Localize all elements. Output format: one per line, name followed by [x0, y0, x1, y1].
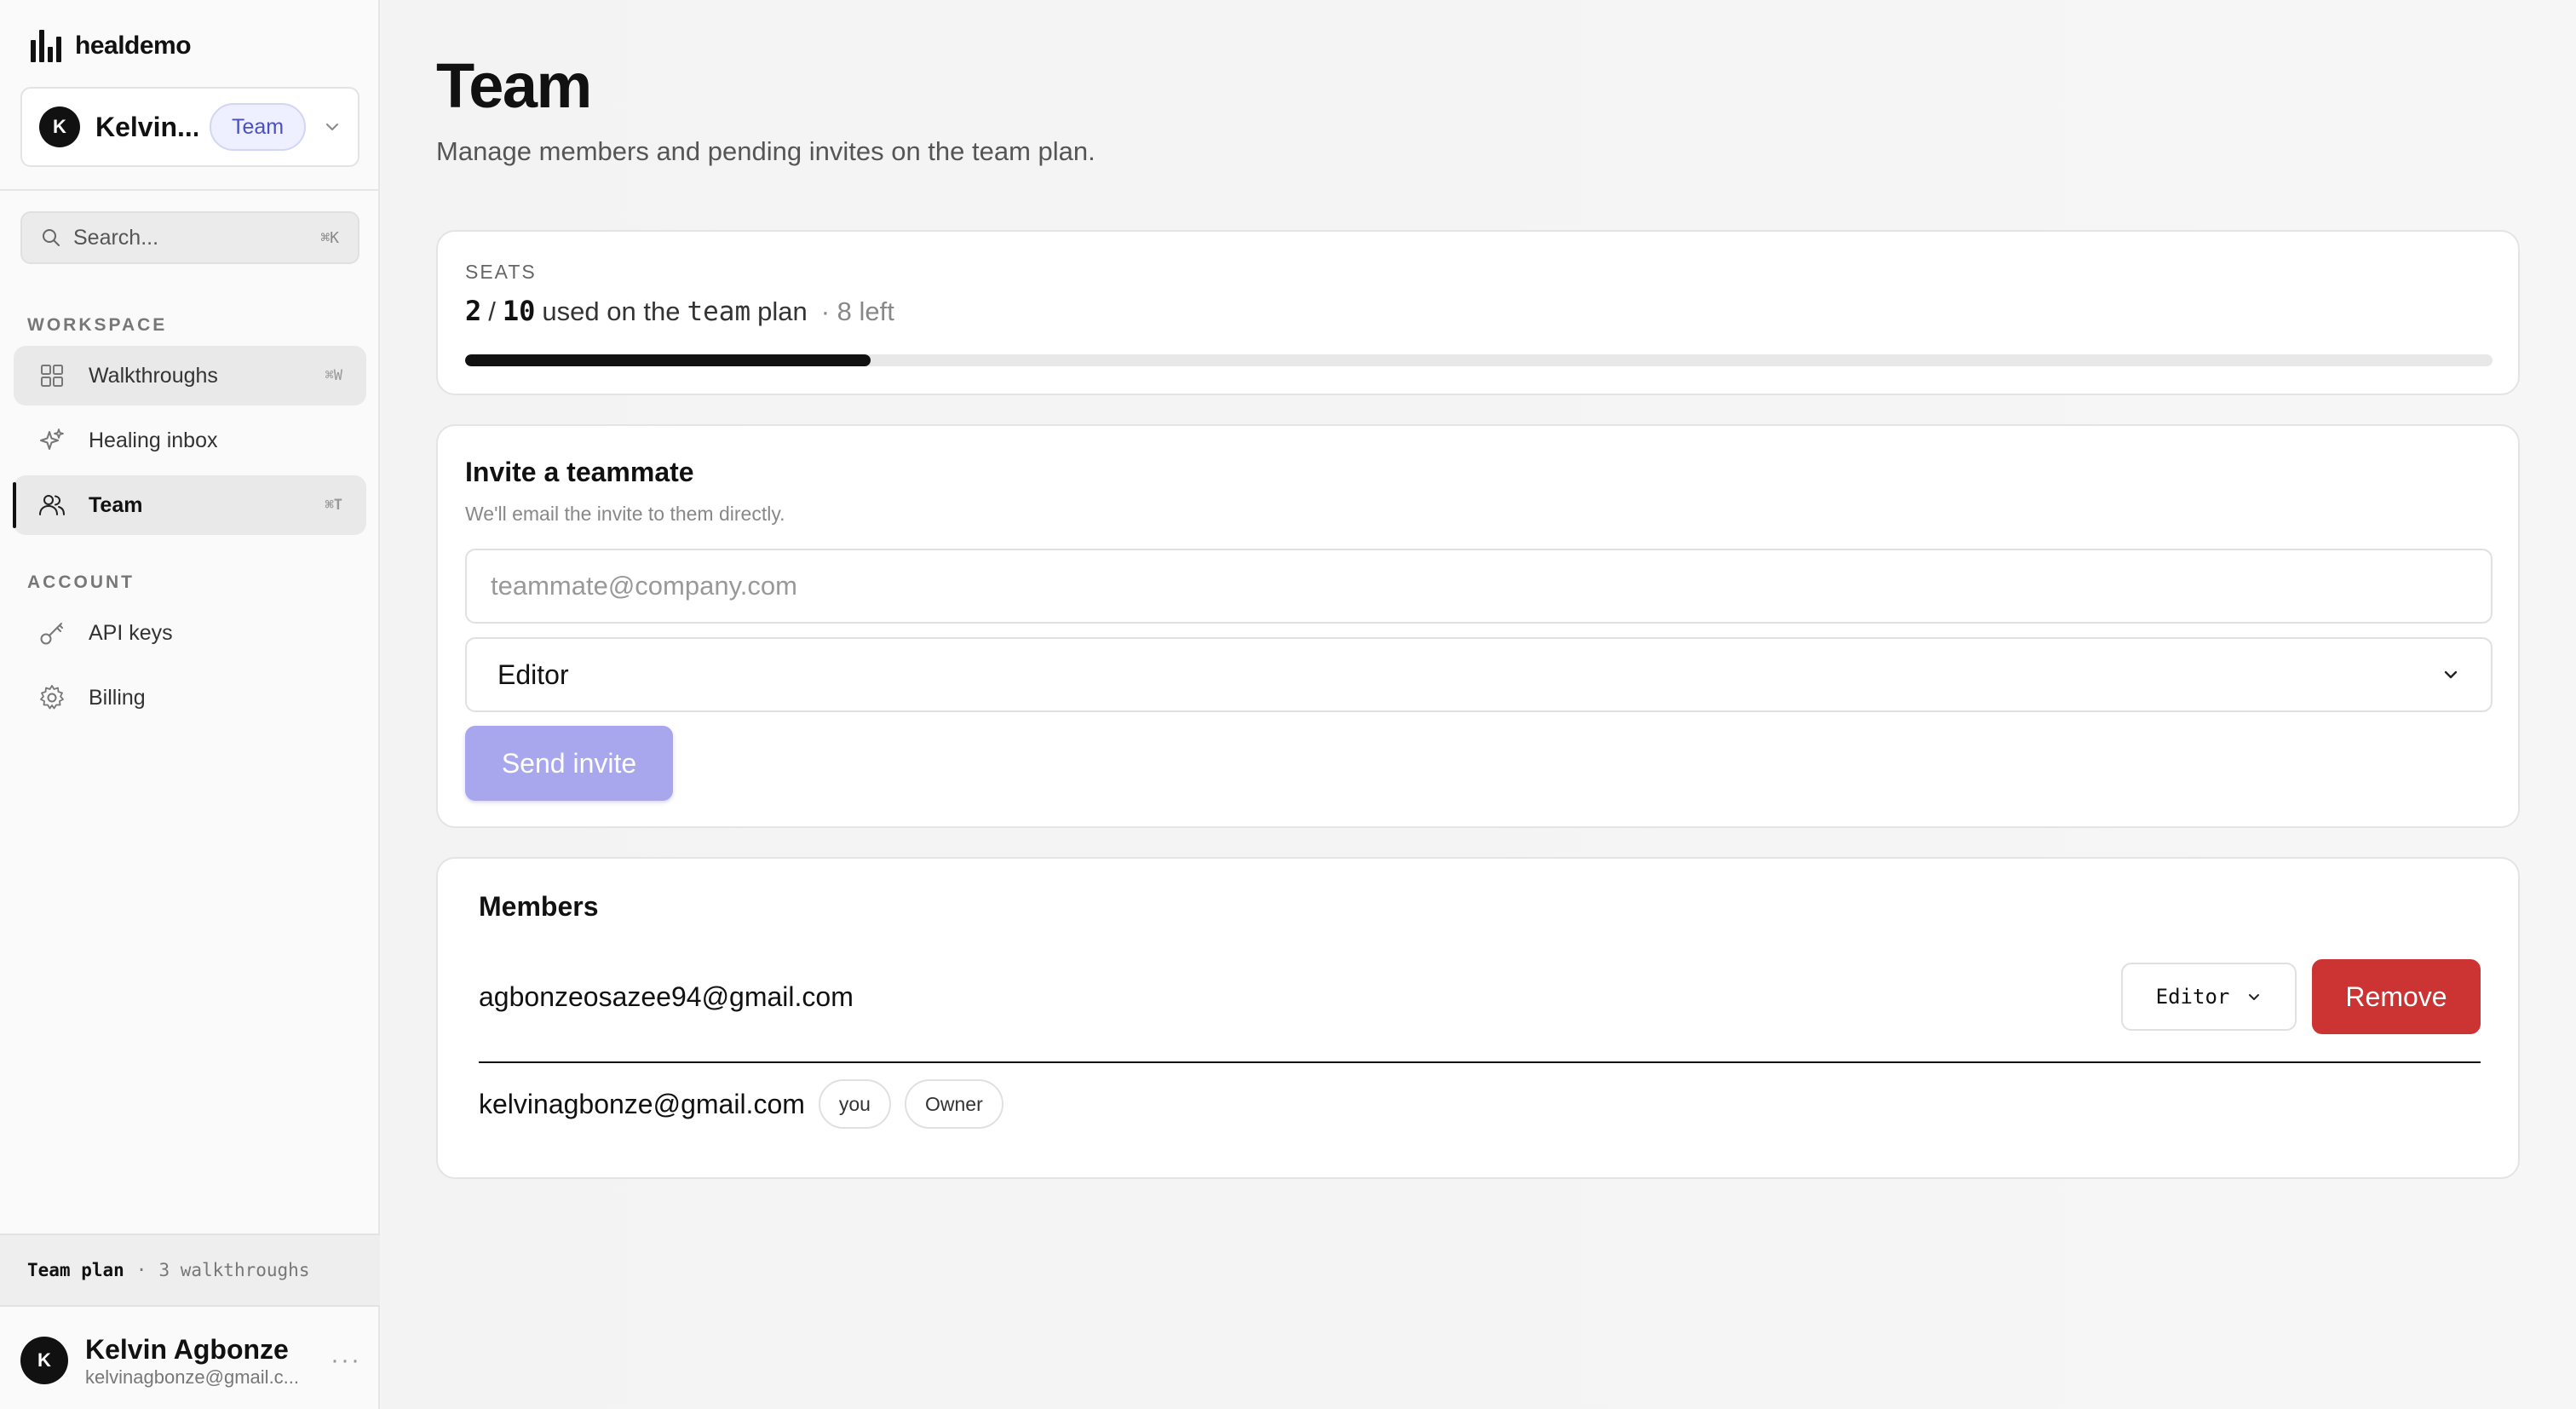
grid-icon — [41, 365, 63, 387]
search-placeholder: Search... — [73, 225, 159, 250]
search-shortcut: ⌘K — [320, 228, 339, 247]
plan-walkthrough-count: 3 walkthroughs — [158, 1260, 310, 1280]
sidebar-item-billing[interactable]: Billing — [14, 668, 366, 728]
page-subtitle: Manage members and pending invites on th… — [436, 136, 1095, 166]
sidebar-divider — [0, 189, 380, 191]
member-row: agbonzeosazee94@gmail.com Editor Remove — [479, 959, 2481, 1034]
send-invite-button[interactable]: Send invite — [465, 726, 673, 801]
chevron-down-icon — [2444, 670, 2458, 679]
workspace-name: Kelvin... — [95, 111, 198, 142]
member-role-value: Editor — [2155, 985, 2230, 1009]
brand-name: healdemo — [75, 32, 192, 60]
seats-usage: 2 / 10 used on the team plan · 8 left — [465, 295, 894, 327]
member-email: agbonzeosazee94@gmail.com — [479, 981, 854, 1012]
gear-icon — [40, 685, 64, 710]
seats-plan-code: team — [687, 296, 751, 327]
seats-card: SEATS 2 / 10 used on the team plan · 8 l… — [436, 230, 2520, 395]
member-email: kelvinagbonze@gmail.com — [479, 1088, 805, 1119]
plan-separator: · — [135, 1260, 147, 1280]
user-email: kelvinagbonze@gmail.c... — [85, 1366, 300, 1388]
remove-member-button[interactable]: Remove — [2312, 959, 2481, 1034]
seats-progress-bar — [465, 354, 2493, 366]
sidebar-item-shortcut: ⌘T — [325, 497, 342, 514]
chevron-down-icon — [2249, 994, 2260, 1000]
you-badge: you — [818, 1079, 891, 1129]
sidebar-item-label: API keys — [89, 620, 173, 645]
seats-slash: / — [488, 296, 496, 326]
invite-role-value: Editor — [497, 658, 569, 690]
more-icon[interactable]: ··· — [331, 1346, 361, 1375]
sidebar-item-api-keys[interactable]: API keys — [14, 603, 366, 663]
account-section-label: ACCOUNT — [27, 572, 135, 592]
user-card[interactable]: K Kelvin Agbonze kelvinagbonze@gmail.c..… — [20, 1329, 361, 1392]
workspace-section-label: WORKSPACE — [27, 315, 168, 335]
sidebar-item-healing-inbox[interactable]: Healing inbox — [14, 411, 366, 470]
sparkle-icon — [40, 428, 64, 450]
sidebar-item-label: Walkthroughs — [89, 363, 218, 388]
member-row: kelvinagbonze@gmail.com you Owner — [479, 1078, 2481, 1130]
seats-text-after: plan — [757, 296, 808, 326]
users-icon — [39, 495, 65, 515]
invite-description: We'll email the invite to them directly. — [465, 503, 785, 525]
invite-role-select[interactable]: Editor — [465, 637, 2493, 712]
sidebar-item-label: Team — [89, 492, 143, 517]
member-row-divider — [479, 1061, 2481, 1063]
invite-card: Invite a teammate We'll email the invite… — [436, 424, 2520, 828]
owner-badge: Owner — [904, 1079, 1003, 1129]
sidebar-item-label: Billing — [89, 685, 146, 710]
brand[interactable]: healdemo — [31, 27, 192, 65]
plan-summary: Team plan · 3 walkthroughs — [0, 1234, 380, 1307]
user-avatar: K — [20, 1337, 68, 1384]
members-title: Members — [479, 891, 599, 922]
seats-used: 2 — [465, 295, 482, 327]
sidebar-item-walkthroughs[interactable]: Walkthroughs ⌘W — [14, 346, 366, 405]
sidebar-item-team[interactable]: Team ⌘T — [13, 475, 366, 535]
seats-left: · 8 left — [820, 296, 894, 326]
workspace-avatar: K — [39, 106, 80, 147]
sidebar-item-shortcut: ⌘W — [325, 367, 342, 384]
search-icon — [43, 229, 60, 246]
invite-email-input[interactable] — [465, 549, 2493, 624]
workspace-plan-badge: Team — [210, 103, 307, 151]
seats-text: used on the — [542, 296, 681, 326]
invite-title: Invite a teammate — [465, 457, 694, 487]
main-content: Team Manage members and pending invites … — [382, 0, 2576, 1409]
user-info: Kelvin Agbonze kelvinagbonze@gmail.c... — [85, 1332, 315, 1389]
brand-logo-icon — [31, 30, 61, 62]
seats-total: 10 — [502, 295, 536, 327]
seats-label: SEATS — [465, 261, 537, 283]
sidebar: healdemo K Kelvin... Team Search... ⌘K W… — [0, 0, 380, 1409]
member-role-select[interactable]: Editor — [2121, 963, 2297, 1031]
user-name: Kelvin Agbonze — [85, 1334, 289, 1365]
sidebar-item-label: Healing inbox — [89, 428, 218, 452]
key-icon — [40, 623, 63, 645]
chevron-down-icon — [326, 124, 338, 130]
plan-name: Team plan — [27, 1260, 124, 1280]
members-card: Members agbonzeosazee94@gmail.com Editor… — [436, 857, 2520, 1179]
page-title: Team — [436, 50, 592, 121]
workspace-switcher[interactable]: K Kelvin... Team — [20, 87, 359, 167]
search-input[interactable]: Search... ⌘K — [20, 211, 359, 264]
seats-progress-fill — [465, 354, 871, 366]
